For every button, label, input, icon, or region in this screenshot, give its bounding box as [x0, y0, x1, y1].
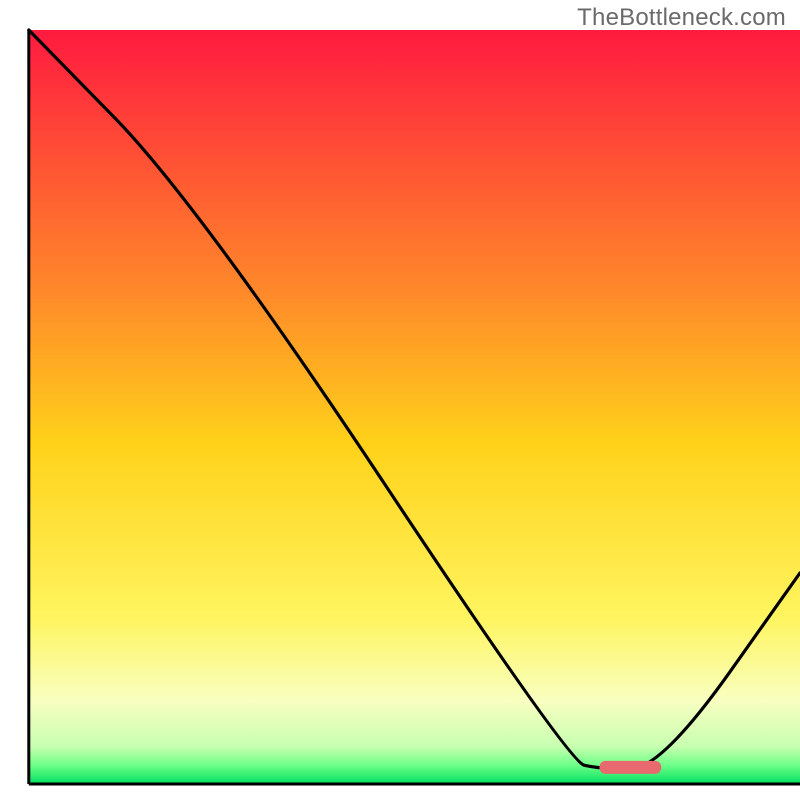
gradient-background	[29, 30, 800, 784]
chart-svg	[0, 0, 800, 800]
plot-area	[29, 30, 800, 784]
chart-frame: TheBottleneck.com	[0, 0, 800, 800]
watermark-text: TheBottleneck.com	[577, 4, 786, 32]
optimal-range-marker	[599, 761, 661, 774]
